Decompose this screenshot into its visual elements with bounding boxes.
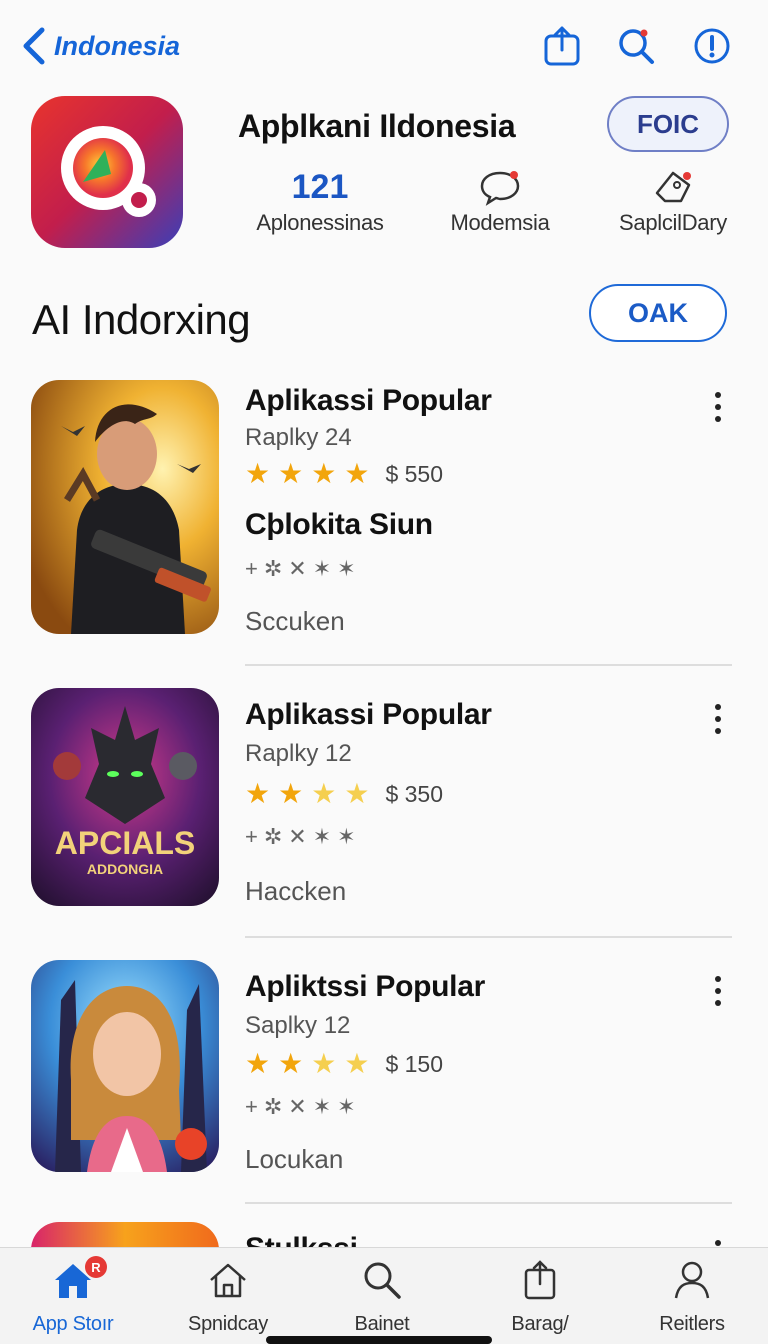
star-icon: ★ bbox=[344, 778, 370, 809]
app-price: $ 150 bbox=[385, 1050, 443, 1077]
star-icon: ★ bbox=[311, 458, 337, 489]
info-icon[interactable] bbox=[692, 24, 732, 68]
app-title: Aplikassi Popular bbox=[245, 698, 492, 731]
app-subtitle: Raplky 24 bbox=[245, 424, 352, 451]
tab-app-store[interactable]: R App Stoır bbox=[13, 1256, 133, 1336]
rating-stars: ★ ★ ★ ★ $ 150 bbox=[245, 1050, 443, 1078]
section-title: AI Indorxing bbox=[32, 296, 251, 343]
chevron-left-icon bbox=[23, 27, 45, 65]
rating-marks: +✲✕✶✶ bbox=[245, 1094, 362, 1119]
thumbnail-subtitle: ADDONGIA bbox=[87, 861, 163, 877]
star-icon: ★ bbox=[245, 1048, 271, 1079]
bottom-tab-bar: R App Stoır Spnidcay Bainet Barag/ Reitl… bbox=[0, 1247, 768, 1344]
house-outline-icon bbox=[210, 1263, 246, 1298]
divider bbox=[245, 1202, 732, 1204]
top-navigation-bar: Indonesia bbox=[0, 0, 768, 92]
stat-reviews[interactable]: Modemsia bbox=[436, 166, 564, 236]
rating-stars: ★ ★ ★ ★ $ 550 bbox=[245, 460, 443, 488]
app-title: Apliktssi Popular bbox=[245, 970, 485, 1003]
star-icon: ★ bbox=[245, 458, 271, 489]
stat-category-caption: SaplcilDary bbox=[619, 210, 727, 235]
app-secondary-title: Cþlokita Siun bbox=[245, 508, 433, 541]
tab-label: Barag/ bbox=[511, 1313, 569, 1335]
app-title: Aplikassi Popular bbox=[245, 384, 492, 417]
app-title: Stulkssi bbox=[245, 1232, 358, 1247]
app-thumbnail bbox=[31, 380, 219, 634]
star-icon: ★ bbox=[311, 1048, 337, 1079]
more-options-icon[interactable] bbox=[708, 1240, 728, 1247]
home-indicator bbox=[266, 1336, 492, 1344]
app-thumbnail bbox=[31, 960, 219, 1172]
tab-bainet[interactable]: Bainet bbox=[322, 1258, 442, 1336]
tab-label: App Stoır bbox=[32, 1313, 114, 1335]
app-title: Apþlkani Ildonesia bbox=[238, 108, 516, 144]
back-label: Indonesia bbox=[54, 30, 181, 61]
speech-bubble-icon bbox=[436, 166, 564, 208]
person-icon bbox=[674, 1261, 710, 1299]
stat-count: 121 Aplonessinas bbox=[250, 166, 390, 236]
app-price: $ 350 bbox=[385, 780, 443, 807]
tab-barag[interactable]: Barag/ bbox=[480, 1258, 600, 1336]
share-icon[interactable] bbox=[542, 24, 582, 68]
app-logo-icon bbox=[31, 96, 183, 248]
divider bbox=[245, 936, 732, 938]
tag-icon bbox=[614, 166, 732, 208]
rating-stars: ★ ★ ★ ★ $ 350 bbox=[245, 780, 443, 808]
stat-count-caption: Aplonessinas bbox=[256, 210, 384, 235]
app-thumbnail: APCIALS ADDONGIA bbox=[31, 688, 219, 906]
app-subtitle: Raplky 12 bbox=[245, 740, 352, 767]
app-thumbnail bbox=[31, 1222, 219, 1247]
star-icon: ★ bbox=[344, 458, 370, 489]
get-button[interactable]: FOIC bbox=[607, 96, 729, 152]
app-category: Locukan bbox=[245, 1144, 344, 1174]
share-icon bbox=[524, 1260, 556, 1300]
tab-spnidcay[interactable]: Spnidcay bbox=[168, 1258, 288, 1336]
app-category: Scсuken bbox=[245, 606, 345, 636]
list-item[interactable]: Stulkssi bbox=[0, 1222, 768, 1247]
star-icon: ★ bbox=[245, 778, 271, 809]
stat-reviews-caption: Modemsia bbox=[450, 210, 550, 235]
tab-label: Reitlers bbox=[659, 1313, 725, 1335]
see-all-button[interactable]: OAK bbox=[589, 284, 727, 342]
rating-marks: +✲✕✶✶ bbox=[245, 556, 362, 581]
tab-label: Bainet bbox=[354, 1313, 410, 1335]
search-icon[interactable] bbox=[616, 24, 656, 68]
search-icon bbox=[364, 1262, 401, 1299]
back-button[interactable]: Indonesia bbox=[20, 26, 180, 66]
app-subtitle: Saplky 12 bbox=[245, 1012, 351, 1039]
star-icon: ★ bbox=[278, 458, 304, 489]
divider bbox=[245, 664, 732, 666]
star-icon: ★ bbox=[278, 1048, 304, 1079]
stat-category[interactable]: SaplcilDary bbox=[614, 166, 732, 236]
more-options-icon[interactable] bbox=[708, 704, 728, 734]
app-category: Haccken bbox=[245, 876, 347, 906]
tab-reitlers[interactable]: Reitlers bbox=[632, 1258, 752, 1336]
tab-label: Spnidcay bbox=[188, 1313, 268, 1335]
star-icon: ★ bbox=[278, 778, 304, 809]
thumbnail-title: APCIALS bbox=[55, 825, 195, 861]
more-options-icon[interactable] bbox=[708, 976, 728, 1006]
stat-count-value: 121 bbox=[291, 168, 349, 206]
rating-marks: +✲✕✶✶ bbox=[245, 824, 362, 849]
star-icon: ★ bbox=[344, 1048, 370, 1079]
app-price: $ 550 bbox=[385, 460, 443, 487]
more-options-icon[interactable] bbox=[708, 392, 728, 422]
notification-badge: R bbox=[85, 1256, 107, 1278]
star-icon: ★ bbox=[311, 778, 337, 809]
